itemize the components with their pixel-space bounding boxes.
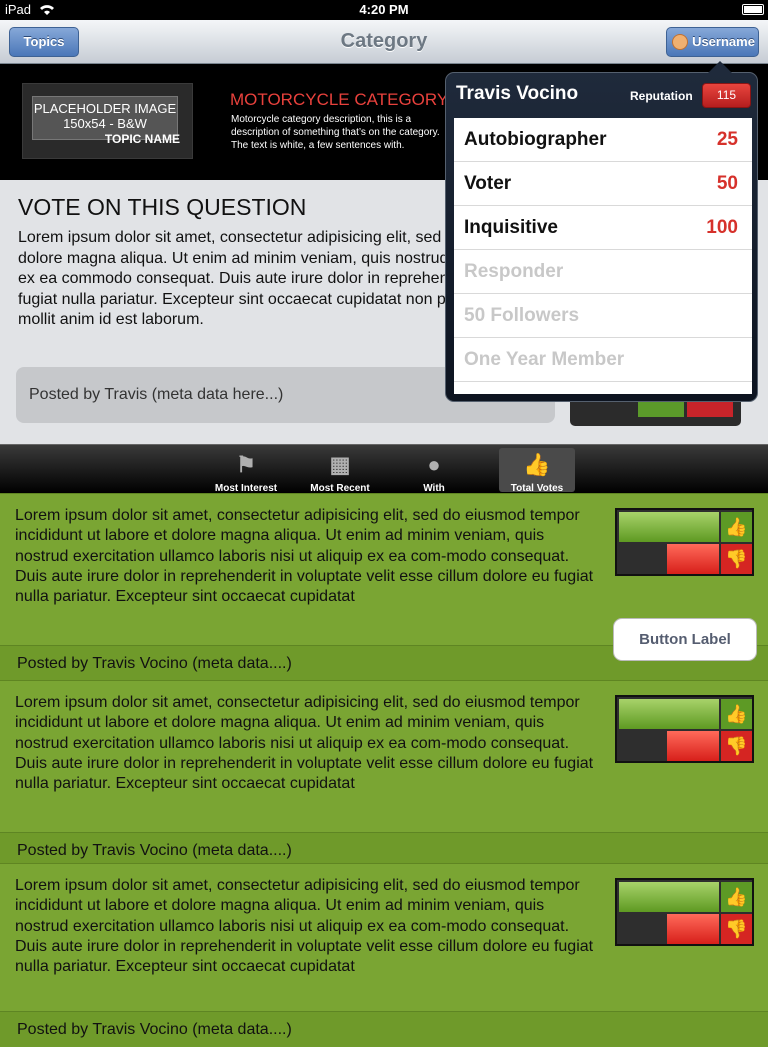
badge-item[interactable]: Responder xyxy=(454,250,752,294)
badge-item[interactable]: Voter 50 xyxy=(454,162,752,206)
sort-tab-bar: ⚑ Most Interest ▦ Most Recent ● With Res… xyxy=(0,444,768,505)
username-button[interactable]: Username xyxy=(666,27,759,57)
category-title: MOTORCYCLE CATEGORY xyxy=(230,90,449,109)
page-title: Category xyxy=(340,30,428,52)
downvote-bar xyxy=(667,544,719,574)
post-meta: Posted by Travis Vocino (meta data....) xyxy=(0,1011,768,1046)
downvote-bar xyxy=(667,914,719,944)
reputation-label: Reputation xyxy=(630,89,693,103)
badge-label: Autobiographer xyxy=(464,129,607,150)
badge-item[interactable]: Autobiographer 25 xyxy=(454,118,752,162)
question-title: VOTE ON THIS QUESTION xyxy=(18,194,307,220)
user-profile-popover: Travis Vocino Reputation 115 Autobiograp… xyxy=(445,61,758,402)
upvote-bar xyxy=(619,699,719,729)
navigation-bar: Topics Category Username xyxy=(0,20,768,64)
vote-widget: 👍 👎 xyxy=(615,695,754,763)
placeholder-image: PLACEHOLDER IMAGE 150x54 - B&W TOPIC NAM… xyxy=(22,83,193,159)
tab-total-votes[interactable]: 👍 Total Votes xyxy=(499,448,575,494)
placeholder-line2: 150x54 - B&W xyxy=(63,116,147,131)
avatar-icon xyxy=(672,34,688,50)
battery-icon xyxy=(742,4,764,15)
clock: 4:20 PM xyxy=(359,2,409,17)
list-item: Lorem ipsum dolor sit amet, consectetur … xyxy=(0,863,768,1046)
badge-label: Responder xyxy=(464,261,564,282)
downvote-bar xyxy=(667,731,719,761)
badge-list: Autobiographer 25 Voter 50 Inquisitive 100 … xyxy=(454,118,752,394)
tab-with-responses[interactable]: ● With Responses xyxy=(396,448,472,505)
thumbs-down-button[interactable]: 👎 xyxy=(721,731,752,761)
thumbs-down-button[interactable]: 👎 xyxy=(721,544,752,574)
tab-most-interest[interactable]: ⚑ Most Interest xyxy=(208,448,284,494)
upvote-bar xyxy=(619,882,719,912)
vote-widget: 👍 👎 xyxy=(615,508,754,576)
post-meta: Posted by Travis Vocino (meta data....) xyxy=(0,832,768,867)
badge-item[interactable]: One Year Member xyxy=(454,338,752,382)
badge-item[interactable]: Inquisitive 100 xyxy=(454,206,752,250)
topic-name: TOPIC NAME xyxy=(104,132,180,146)
upvote-bar xyxy=(619,512,719,542)
status-bar: iPad 4:20 PM xyxy=(0,0,768,20)
badge-label: 50 Followers xyxy=(464,305,580,326)
thumbs-up-button[interactable]: 👍 xyxy=(721,882,752,912)
popover-arrow xyxy=(708,61,732,73)
post-text: Lorem ipsum dolor sit amet, consectetur … xyxy=(15,694,594,793)
category-description: Motorcycle category description, this is… xyxy=(231,114,440,151)
badge-value: 50 xyxy=(716,173,738,194)
flag-icon: ⚑ xyxy=(236,452,256,477)
profile-name: Travis Vocino xyxy=(456,83,579,104)
username-label: Username xyxy=(692,34,755,49)
action-button[interactable]: Button Label xyxy=(613,618,757,661)
thumbs-up-icon: 👍 xyxy=(523,452,551,477)
speech-bubble-icon: ● xyxy=(427,452,441,477)
badge-label: Voter xyxy=(464,173,512,194)
badge-label: One Year Member xyxy=(464,349,625,370)
thumbs-down-button[interactable]: 👎 xyxy=(721,914,752,944)
badge-label: Inquisitive xyxy=(464,217,558,238)
badge-value: 100 xyxy=(706,217,738,238)
thumbs-up-button[interactable]: 👍 xyxy=(721,699,752,729)
list-item: Lorem ipsum dolor sit amet, consectetur … xyxy=(0,680,768,867)
thumbs-up-button[interactable]: 👍 xyxy=(721,512,752,542)
calendar-icon: ▦ xyxy=(329,452,351,477)
reputation-badge: 115 xyxy=(702,83,751,108)
vote-widget: 👍 👎 xyxy=(615,878,754,946)
post-text: Lorem ipsum dolor sit amet, consectetur … xyxy=(15,507,594,606)
tab-most-recent[interactable]: ▦ Most Recent xyxy=(302,448,378,494)
placeholder-line1: PLACEHOLDER IMAGE xyxy=(33,101,177,116)
badge-value: 25 xyxy=(716,129,738,150)
badge-item[interactable]: 50 Followers xyxy=(454,294,752,338)
post-text: Lorem ipsum dolor sit amet, consectetur … xyxy=(15,877,594,976)
